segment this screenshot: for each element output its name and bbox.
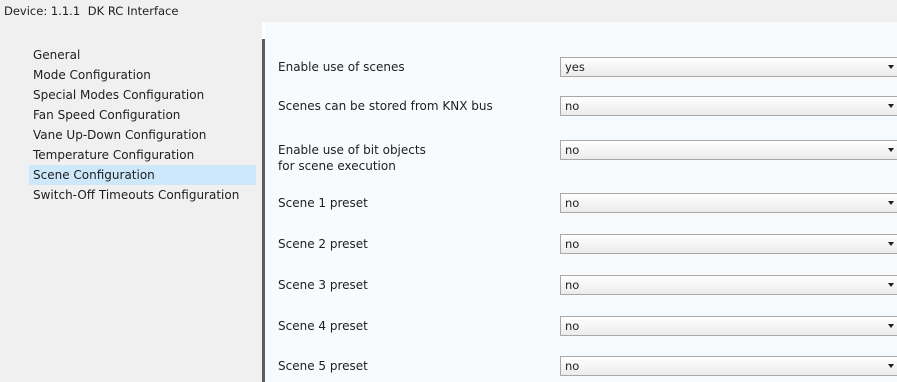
param-label: Scene 5 preset xyxy=(278,359,368,373)
chevron-down-icon xyxy=(888,148,894,152)
enable-scenes-select[interactable]: yes xyxy=(560,57,897,77)
bit-objects-select[interactable]: no xyxy=(560,140,897,160)
param-label: Scene 1 preset xyxy=(278,196,368,210)
device-title-bar: Device: 1.1.1 DK RC Interface xyxy=(0,0,897,22)
select-value: no xyxy=(565,99,580,113)
sidebar-item-general[interactable]: General xyxy=(29,45,256,65)
param-label-line-1: Enable use of bit objects xyxy=(278,143,426,157)
scene-1-preset-select[interactable]: no xyxy=(560,193,897,213)
chevron-down-icon xyxy=(888,201,894,205)
sidebar-item-fan-speed-configuration[interactable]: Fan Speed Configuration xyxy=(29,105,256,125)
select-value: no xyxy=(565,143,580,157)
device-name: DK RC Interface xyxy=(87,4,179,18)
parameter-page-list: General Mode Configuration Special Modes… xyxy=(29,45,256,205)
sidebar-item-vane-up-down-configuration[interactable]: Vane Up-Down Configuration xyxy=(29,125,256,145)
select-value: no xyxy=(565,196,580,210)
sidebar-item-temperature-configuration[interactable]: Temperature Configuration xyxy=(29,145,256,165)
sidebar-item-special-modes-configuration[interactable]: Special Modes Configuration xyxy=(29,85,256,105)
param-label: Enable use of scenes xyxy=(278,60,405,74)
scene-3-preset-select[interactable]: no xyxy=(560,275,897,295)
chevron-down-icon xyxy=(888,104,894,108)
param-label: Scene 3 preset xyxy=(278,278,368,292)
chevron-down-icon xyxy=(888,324,894,328)
chevron-down-icon xyxy=(888,242,894,246)
select-value: no xyxy=(565,359,580,373)
select-value: yes xyxy=(565,60,585,74)
param-label-line-2: for scene execution xyxy=(278,159,396,173)
select-value: no xyxy=(565,278,580,292)
sidebar-item-mode-configuration[interactable]: Mode Configuration xyxy=(29,65,256,85)
device-address: 1.1.1 xyxy=(50,4,81,18)
parameter-panel: Enable use of scenes yes Scenes can be s… xyxy=(265,22,897,382)
param-label: Scene 2 preset xyxy=(278,237,368,251)
select-value: no xyxy=(565,319,580,333)
scene-4-preset-select[interactable]: no xyxy=(560,316,897,336)
param-label: Scenes can be stored from KNX bus xyxy=(278,99,493,113)
select-value: no xyxy=(565,237,580,251)
chevron-down-icon xyxy=(888,364,894,368)
param-label: Scene 4 preset xyxy=(278,319,368,333)
store-from-knx-select[interactable]: no xyxy=(560,96,897,116)
chevron-down-icon xyxy=(888,283,894,287)
parameter-sidebar: General Mode Configuration Special Modes… xyxy=(0,22,262,382)
scene-2-preset-select[interactable]: no xyxy=(560,234,897,254)
device-label: Device: xyxy=(4,4,48,18)
sidebar-item-switch-off-timeouts-configuration[interactable]: Switch-Off Timeouts Configuration xyxy=(29,185,256,205)
sidebar-item-scene-configuration[interactable]: Scene Configuration xyxy=(29,165,256,185)
scene-5-preset-select[interactable]: no xyxy=(560,356,897,376)
chevron-down-icon xyxy=(888,65,894,69)
